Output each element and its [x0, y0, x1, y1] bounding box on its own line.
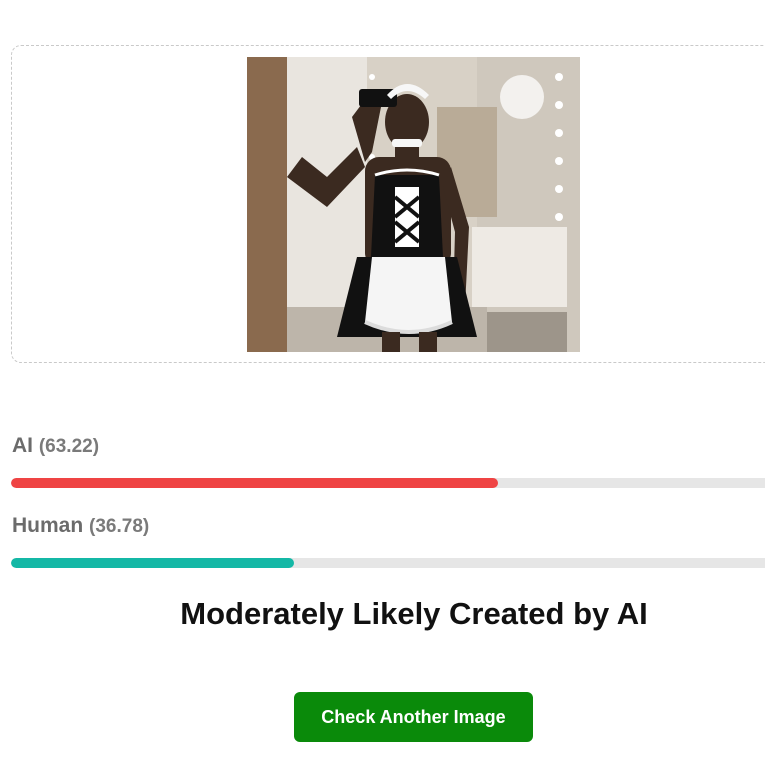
check-another-image-button[interactable]: Check Another Image — [294, 692, 533, 742]
ai-score-value: (63.22) — [38, 436, 100, 457]
photo-illustration — [247, 57, 580, 352]
verdict-text: Moderately Likely Created by AI — [180, 596, 648, 631]
uploaded-image-preview — [247, 57, 580, 352]
ai-score-bar — [11, 478, 765, 488]
human-score-label: Human (36.78) — [12, 514, 149, 538]
human-score-bar — [11, 558, 765, 568]
human-score-bar-fill — [11, 558, 295, 568]
ai-score-label: AI (63.22) — [12, 434, 99, 458]
ai-score-bar-fill — [11, 478, 498, 488]
human-score-value: (36.78) — [89, 516, 150, 537]
ai-label-text: AI — [12, 434, 33, 457]
page: AI (63.22) Human (36.78) Moderately Like… — [0, 0, 765, 765]
human-label-text: Human — [12, 514, 84, 537]
